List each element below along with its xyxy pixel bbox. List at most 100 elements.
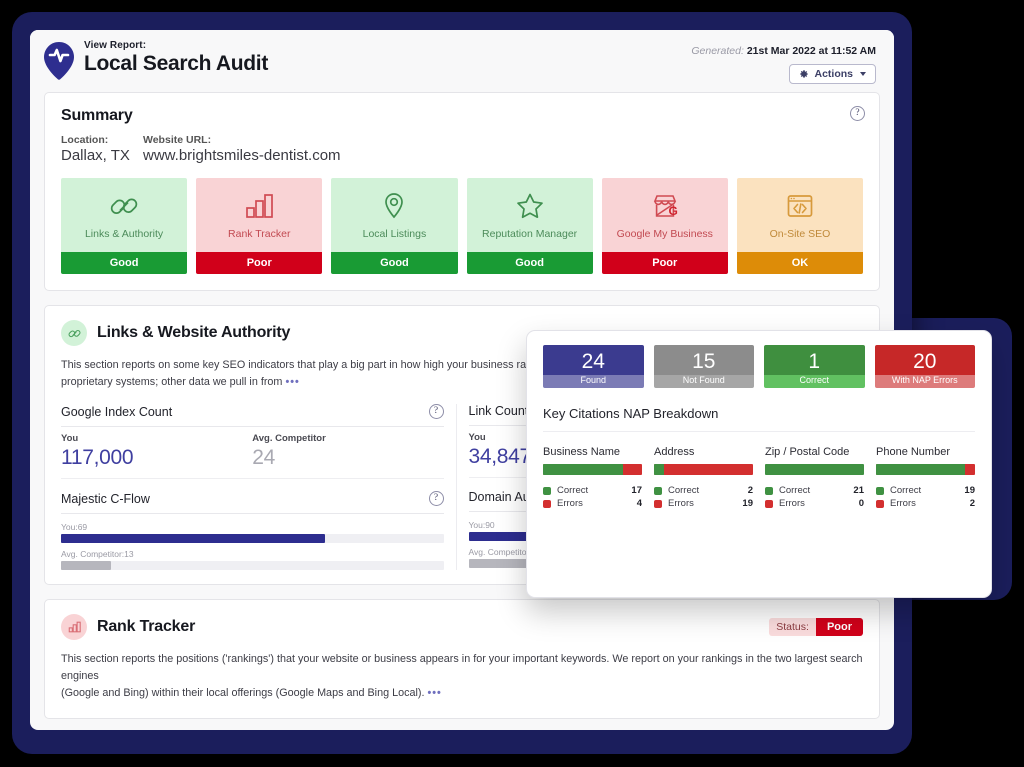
- summary-meta: Location: Dallax, TX Website URL: www.br…: [61, 134, 863, 164]
- status-value: Poor: [816, 618, 863, 636]
- map-pin-logo-icon: [44, 42, 74, 80]
- rank-section-header: Rank Tracker: [61, 614, 863, 640]
- stat-value: 1: [764, 345, 865, 375]
- summary-tile-links-authority[interactable]: Links & Authority Good: [61, 178, 187, 274]
- legend-value: 4: [637, 498, 642, 509]
- google-index-you-value: 117,000: [61, 446, 252, 470]
- legend-value: 2: [970, 498, 975, 509]
- nap-column-address: Address Correct 2 Errors 19: [654, 446, 753, 510]
- actions-button-label: Actions: [814, 68, 853, 80]
- legend-dot-correct-icon: [765, 487, 773, 495]
- nap-breakdown-panel: 24 Found 15 Not Found 1 Correct 20 With …: [526, 330, 992, 598]
- bar-chart-icon: [242, 190, 276, 222]
- nap-column-label: Business Name: [543, 446, 642, 458]
- actions-button[interactable]: Actions: [789, 64, 876, 84]
- legend-label: Errors: [890, 498, 964, 509]
- rank-section-description: This section reports the positions ('ran…: [61, 651, 863, 701]
- expand-description-ellipsis[interactable]: •••: [285, 376, 299, 388]
- summary-tile-local-listings[interactable]: Local Listings Good: [331, 178, 457, 274]
- legend-dot-errors-icon: [543, 500, 551, 508]
- legend-label: Correct: [557, 485, 625, 496]
- stat-with-nap-errors[interactable]: 20 With NAP Errors: [875, 345, 976, 388]
- website-url-block: Website URL: www.brightsmiles-dentist.co…: [143, 134, 341, 164]
- stat-caption: Not Found: [654, 375, 755, 388]
- page-title: Local Search Audit: [84, 52, 268, 76]
- stat-found[interactable]: 24 Found: [543, 345, 644, 388]
- screenshot-stage: View Report: Local Search Audit Generate…: [0, 0, 1024, 767]
- legend-row-errors: Errors 19: [654, 497, 753, 510]
- summary-card: Summary ? Location: Dallax, TX Website U…: [44, 92, 880, 291]
- status-badge: Status: Poor: [769, 618, 863, 636]
- metric-google-index-count: Google Index Count ? You 117,000 Avg. Co…: [61, 404, 444, 479]
- report-eyebrow: View Report:: [84, 40, 268, 51]
- stat-not-found[interactable]: 15 Not Found: [654, 345, 755, 388]
- majestic-you-label: You:69: [61, 522, 444, 532]
- metric-help-icon[interactable]: ?: [429, 404, 444, 419]
- bar-fill: [61, 561, 111, 570]
- metric-help-icon[interactable]: ?: [429, 491, 444, 506]
- summary-tile-google-my-business[interactable]: G Google My Business Poor: [602, 178, 728, 274]
- summary-help-icon[interactable]: ?: [850, 106, 865, 121]
- section-badge: [61, 614, 87, 640]
- expand-description-ellipsis[interactable]: •••: [428, 687, 442, 699]
- stat-caption: With NAP Errors: [875, 375, 976, 388]
- storefront-icon: G: [648, 190, 682, 222]
- stat-caption: Found: [543, 375, 644, 388]
- summary-tile-status: OK: [737, 252, 863, 274]
- legend-dot-errors-icon: [654, 500, 662, 508]
- legend-row-errors: Errors 0: [765, 497, 864, 510]
- nap-bar: [654, 464, 753, 475]
- majestic-competitor-bar: [61, 561, 444, 570]
- report-header: View Report: Local Search Audit Generate…: [30, 30, 894, 92]
- generated-label: Generated:: [691, 45, 744, 57]
- legend-row-correct: Correct 17: [543, 484, 642, 497]
- summary-tile-label: Rank Tracker: [228, 228, 290, 240]
- bar-fill: [469, 559, 534, 568]
- legend-dot-correct-icon: [654, 487, 662, 495]
- legend-value: 17: [631, 485, 642, 496]
- legend-row-errors: Errors 4: [543, 497, 642, 510]
- summary-tile-status: Poor: [196, 252, 322, 274]
- generated-value: 21st Mar 2022 at 11:52 AM: [747, 45, 876, 57]
- legend-value: 21: [853, 485, 864, 496]
- nap-column-phone-number: Phone Number Correct 19 Errors 2: [876, 446, 975, 510]
- summary-tile-label: Links & Authority: [85, 228, 163, 240]
- bar-chart-icon: [67, 620, 82, 634]
- nap-column-business-name: Business Name Correct 17 Errors 4: [543, 446, 642, 510]
- code-window-icon: [783, 190, 817, 222]
- legend-value: 19: [964, 485, 975, 496]
- metric-name: Google Index Count: [61, 405, 172, 419]
- summary-tile-reputation-manager[interactable]: Reputation Manager Good: [467, 178, 593, 274]
- website-url-label: Website URL:: [143, 134, 341, 146]
- citation-stats-row: 24 Found 15 Not Found 1 Correct 20 With …: [543, 345, 975, 388]
- nap-columns: Business Name Correct 17 Errors 4: [543, 446, 975, 510]
- link-icon: [67, 326, 82, 341]
- legend-label: Errors: [668, 498, 736, 509]
- nap-bar: [876, 464, 975, 475]
- metric-name: Majestic C-Flow: [61, 492, 150, 506]
- summary-tile-rank-tracker[interactable]: Rank Tracker Poor: [196, 178, 322, 274]
- summary-tile-on-site-seo[interactable]: On-Site SEO OK: [737, 178, 863, 274]
- location-block: Location: Dallax, TX: [61, 134, 133, 164]
- gear-icon: [799, 69, 809, 79]
- competitor-label: Avg. Competitor: [252, 433, 443, 444]
- stat-correct[interactable]: 1 Correct: [764, 345, 865, 388]
- chevron-down-icon: [860, 72, 866, 76]
- summary-tile-status: Poor: [602, 252, 728, 274]
- legend-label: Correct: [890, 485, 958, 496]
- nap-column-zip-postal-code: Zip / Postal Code Correct 21 Errors 0: [765, 446, 864, 510]
- metric-majestic-cflow: Majestic C-Flow ? You:69 Avg. Competitor…: [61, 491, 444, 570]
- legend-label: Correct: [779, 485, 847, 496]
- stat-caption: Correct: [764, 375, 865, 388]
- you-label: You: [61, 433, 252, 444]
- summary-tile-status: Good: [467, 252, 593, 274]
- header-right: Generated: 21st Mar 2022 at 11:52 AM Act…: [691, 40, 876, 84]
- majestic-you-bar: [61, 534, 444, 543]
- legend-dot-errors-icon: [765, 500, 773, 508]
- location-value: Dallax, TX: [61, 147, 133, 164]
- rank-section-title: Rank Tracker: [97, 618, 195, 636]
- summary-tile-label: Local Listings: [363, 228, 427, 240]
- link-icon: [107, 190, 141, 222]
- star-icon: [513, 190, 547, 222]
- bar-fill: [61, 534, 325, 543]
